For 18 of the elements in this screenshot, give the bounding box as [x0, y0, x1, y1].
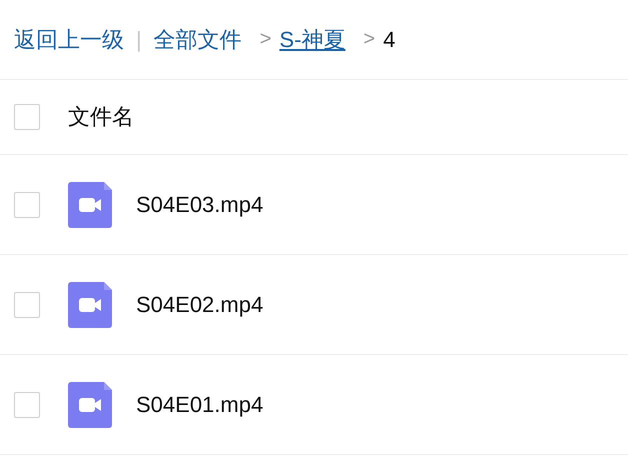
file-name[interactable]: S04E02.mp4: [136, 292, 264, 318]
file-name[interactable]: S04E03.mp4: [136, 192, 264, 218]
column-header: 文件名: [68, 103, 134, 131]
breadcrumb-current: 4: [383, 26, 396, 52]
breadcrumb-link[interactable]: 全部文件: [154, 24, 242, 54]
checkbox[interactable]: [14, 292, 40, 318]
video-file-icon: [68, 182, 112, 228]
checkbox[interactable]: [14, 104, 40, 130]
breadcrumb-separator: >: [260, 28, 272, 51]
checkbox[interactable]: [14, 392, 40, 418]
breadcrumb-link[interactable]: S-神夏: [279, 24, 346, 54]
checkbox[interactable]: [14, 192, 40, 218]
video-file-icon: [68, 282, 112, 328]
breadcrumb-divider: |: [136, 26, 142, 52]
file-name[interactable]: S04E01.mp4: [136, 392, 264, 418]
breadcrumb-separator: >: [363, 28, 376, 51]
back-link[interactable]: 返回上一级: [14, 24, 124, 54]
video-file-icon: [68, 382, 112, 428]
